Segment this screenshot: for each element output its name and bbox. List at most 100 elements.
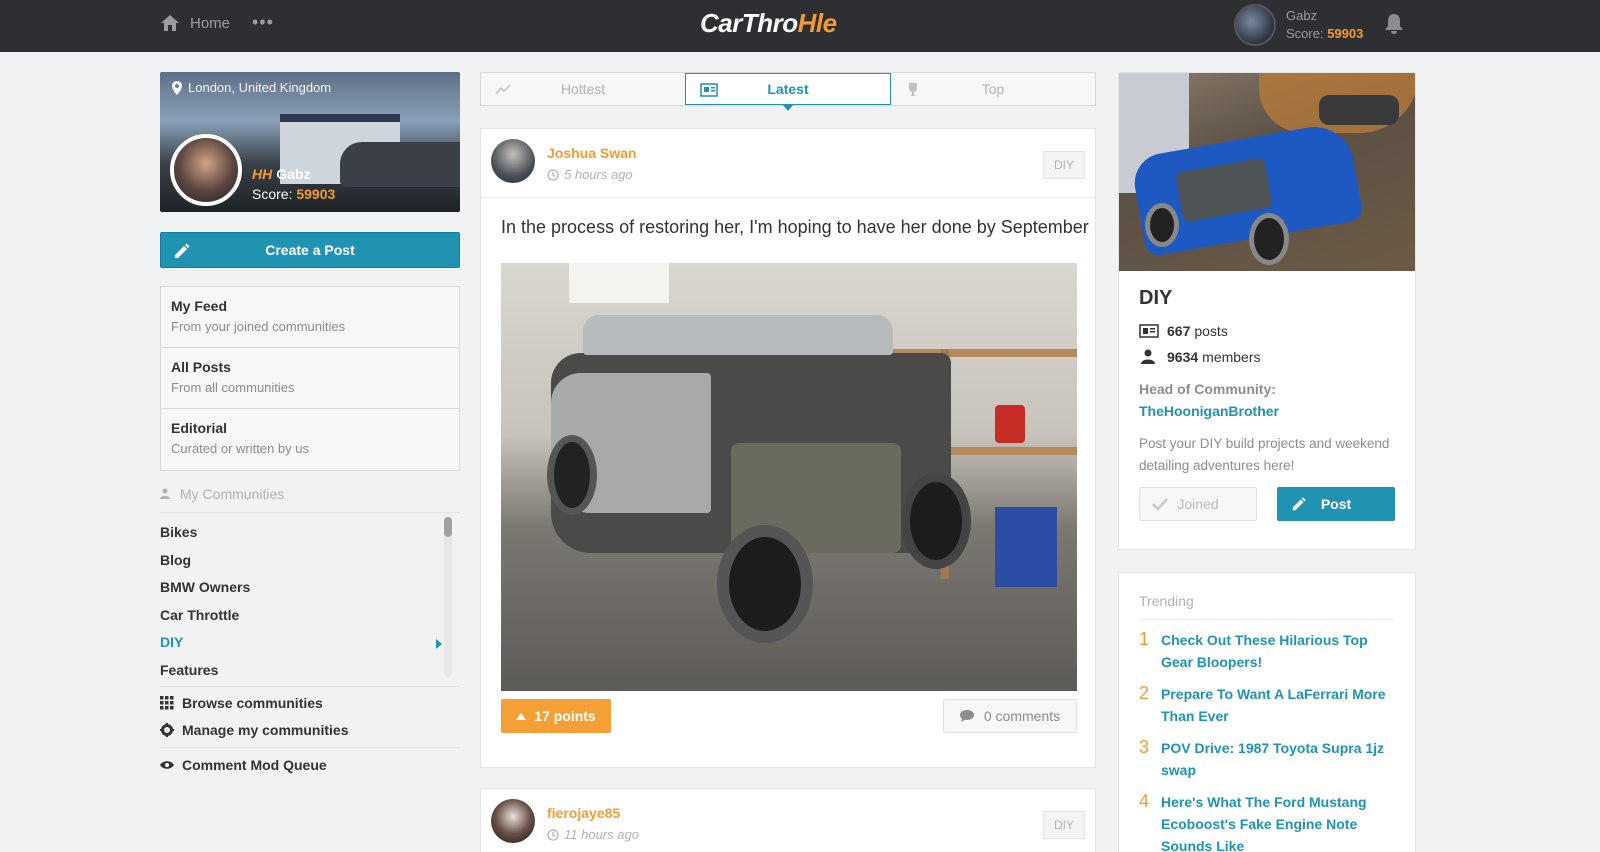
post-header-divider (481, 197, 1095, 198)
communities-scrollbar[interactable] (444, 517, 452, 677)
comments-button[interactable]: 0 comments (943, 699, 1077, 733)
user-score: Score: 59903 (1286, 26, 1364, 41)
post-community-tag[interactable]: DIY (1043, 811, 1085, 839)
community-info-card: DIY 667 posts 9634 members Head of Communi… (1118, 72, 1416, 550)
newspaper-icon (700, 83, 718, 97)
community-title: DIY (1139, 287, 1173, 309)
photo-red-can (995, 405, 1025, 443)
trending-list: 1 Check Out These Hilarious Top Gear Bloo… (1139, 629, 1395, 852)
sort-tabs: Hottest Latest Top (480, 72, 1096, 111)
home-icon (161, 15, 179, 31)
home-link[interactable]: Home (160, 14, 230, 32)
upvote-points-button[interactable]: 17 points (501, 699, 611, 733)
cover-car-bg (1319, 95, 1399, 125)
profile-score: Score: 59903 (252, 186, 336, 202)
trending-item[interactable]: 3 POV Drive: 1987 Toyota Supra 1jz swap (1139, 737, 1395, 781)
community-description: Post your DIY build projects and weekend… (1139, 436, 1390, 473)
author-avatar[interactable] (491, 799, 535, 843)
arrow-up-icon (516, 712, 527, 720)
profile-card[interactable]: London, United Kingdom HH Gabz Score: 599… (160, 72, 460, 212)
community-item-car-throttle[interactable]: Car Throttle (160, 604, 460, 632)
location-pin-icon (172, 80, 182, 95)
post-image[interactable] (501, 263, 1077, 691)
head-of-community-label: Head of Community: (1139, 381, 1276, 397)
comment-bubble-icon (959, 710, 974, 722)
photo-window (569, 263, 669, 303)
trophy-icon (909, 83, 917, 96)
user-menu[interactable]: Gabz Score: 59903 (1234, 4, 1363, 46)
post-body-text: In the process of restoring her, I'm hop… (501, 217, 1089, 237)
scrollbar-thumb[interactable] (444, 517, 452, 537)
photo-wheel-front (717, 525, 813, 643)
home-label: Home (190, 14, 231, 32)
feed-item-my-feed[interactable]: My Feed From your joined communities (161, 287, 459, 348)
post-time: 11 hours ago (547, 827, 639, 842)
badge-icon: HH (252, 166, 273, 182)
photo-wheel-front-right (901, 473, 971, 569)
tab-top[interactable]: Top (891, 73, 1095, 105)
community-post-button[interactable]: Post (1277, 487, 1395, 521)
gear-icon (160, 722, 174, 737)
community-item-bikes[interactable]: Bikes (160, 521, 460, 549)
trending-item[interactable]: 2 Prepare To Want A LaFerrari More Than E… (1139, 683, 1395, 727)
comment-mod-queue-link[interactable]: Comment Mod Queue (160, 751, 460, 778)
more-menu-button[interactable]: ••• (252, 12, 274, 33)
active-caret-icon (436, 639, 442, 649)
top-nav-bar: Home ••• CarThroHle Gabz Score: 59903 (0, 0, 1600, 52)
head-of-community-link[interactable]: TheHooniganBrother (1139, 403, 1279, 419)
my-communities-heading: My Communities (160, 486, 284, 502)
user-name: Gabz (1286, 8, 1318, 23)
post-card: Joshua Swan 5 hours ago DIY In the proce… (480, 128, 1096, 768)
photo-toolbox (995, 507, 1057, 587)
community-item-diy[interactable]: DIY (160, 631, 460, 659)
pencil-icon (1292, 497, 1306, 511)
site-logo[interactable]: CarThroHle (700, 8, 837, 39)
pencil-icon (175, 243, 190, 258)
trending-item[interactable]: 1 Check Out These Hilarious Top Gear Bloo… (1139, 629, 1395, 673)
community-item-blog[interactable]: Blog (160, 549, 460, 577)
communities-list: Bikes Blog BMW Owners Car Throttle DIY F… (160, 512, 460, 685)
trending-divider (1139, 619, 1395, 620)
users-icon (160, 488, 170, 499)
cover-wheel-right (1249, 213, 1289, 265)
post-community-tag[interactable]: DIY (1043, 151, 1085, 179)
cover-wheel-left (1145, 203, 1179, 247)
profile-name: HH Gabz (252, 166, 311, 182)
community-item-features[interactable]: Features (160, 659, 460, 687)
community-links: Browse communities Manage my communities… (160, 686, 460, 778)
trending-panel: Trending 1 Check Out These Hilarious Top … (1118, 572, 1416, 852)
trending-item[interactable]: 4 Here's What The Ford Mustang Ecoboost's… (1139, 791, 1395, 852)
manage-communities-link[interactable]: Manage my communities (160, 716, 460, 743)
user-avatar (1234, 4, 1276, 46)
community-item-bmw-owners[interactable]: BMW Owners (160, 576, 460, 604)
browse-communities-link[interactable]: Browse communities (160, 689, 460, 716)
tab-hottest[interactable]: Hottest (481, 73, 685, 105)
post-time: 5 hours ago (547, 167, 633, 182)
feed-item-all-posts[interactable]: All Posts From all communities (161, 348, 459, 409)
notifications-bell-icon[interactable] (1382, 12, 1406, 41)
profile-avatar[interactable] (170, 134, 242, 206)
grid-icon (160, 695, 174, 709)
photo-wheel-rear (547, 435, 597, 515)
trending-icon (495, 84, 511, 95)
tab-latest[interactable]: Latest (685, 73, 891, 111)
joined-button[interactable]: Joined (1139, 487, 1257, 521)
post-author[interactable]: Joshua Swan (547, 145, 636, 161)
feed-item-editorial[interactable]: Editorial Curated or written by us (161, 409, 459, 470)
community-cover-image (1119, 73, 1415, 271)
post-card: fierojaye85 11 hours ago DIY (480, 788, 1096, 852)
community-members-count: 9634 members (1139, 349, 1261, 365)
profile-location: London, United Kingdom (172, 80, 331, 95)
photo-car-roof (583, 315, 893, 355)
background-car (340, 142, 460, 187)
feed-list: My Feed From your joined communities All… (160, 286, 460, 471)
community-posts-count: 667 posts (1139, 323, 1228, 339)
clock-icon (547, 828, 559, 841)
post-author[interactable]: fierojaye85 (547, 805, 620, 821)
author-avatar[interactable] (491, 139, 535, 183)
check-icon (1152, 498, 1168, 511)
newspaper-icon (1139, 324, 1159, 338)
clock-icon (547, 168, 559, 181)
create-post-button[interactable]: Create a Post (160, 232, 460, 268)
user-icon (1141, 349, 1155, 364)
